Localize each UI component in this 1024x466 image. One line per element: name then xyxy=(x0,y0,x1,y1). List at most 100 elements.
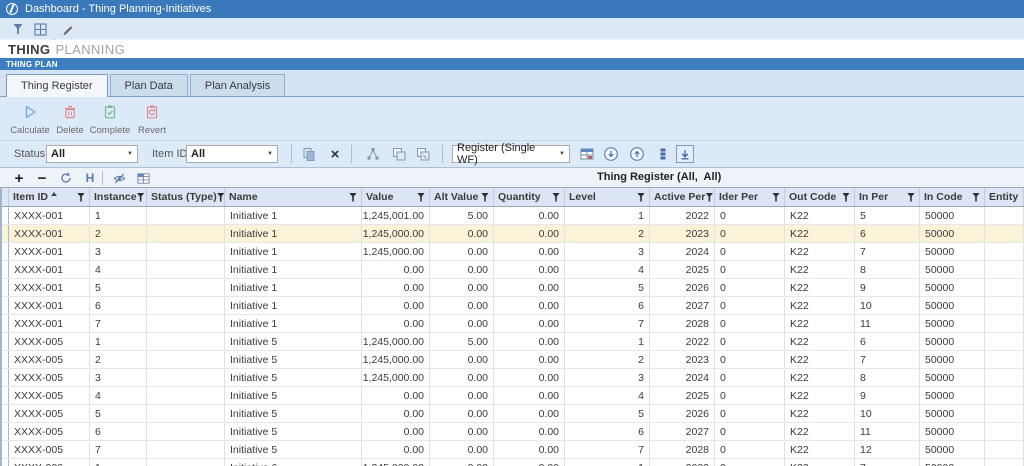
cell[interactable] xyxy=(147,279,225,296)
cell[interactable]: 3 xyxy=(565,243,650,260)
cell[interactable]: 0.00 xyxy=(362,261,430,278)
cell[interactable]: 5.00 xyxy=(430,333,494,350)
edit-pencil-icon[interactable] xyxy=(60,21,76,37)
cell[interactable]: Initiative 5 xyxy=(225,333,362,350)
cell[interactable]: 5.00 xyxy=(430,207,494,224)
cell[interactable]: 0.00 xyxy=(430,387,494,404)
cell[interactable]: 0.00 xyxy=(430,405,494,422)
column-filter-icon[interactable] xyxy=(772,192,780,202)
column-filter-icon[interactable] xyxy=(972,192,980,202)
column-header-level[interactable]: Level xyxy=(565,188,650,206)
cell[interactable]: 50000 xyxy=(920,459,985,466)
cell[interactable]: 9 xyxy=(855,387,920,404)
cell[interactable]: 50000 xyxy=(920,333,985,350)
cell[interactable]: 2023 xyxy=(650,225,715,242)
window-cascade-icon[interactable] xyxy=(390,145,408,163)
cell[interactable]: 50000 xyxy=(920,351,985,368)
cell[interactable]: 0.00 xyxy=(430,423,494,440)
cell[interactable]: 7 xyxy=(855,351,920,368)
cell[interactable]: 5 xyxy=(90,279,147,296)
cell[interactable]: Initiative 5 xyxy=(225,405,362,422)
column-header-active-per[interactable]: Active Per xyxy=(650,188,715,206)
cell[interactable] xyxy=(147,423,225,440)
cell[interactable] xyxy=(985,207,1024,224)
table-row[interactable]: XXXX-005 6 Initiative 5 0.00 0.00 0.00 6 2027 0 K… xyxy=(0,423,1024,441)
cell[interactable]: 10 xyxy=(855,405,920,422)
cell[interactable]: 7 xyxy=(90,441,147,458)
cell[interactable]: 6 xyxy=(855,333,920,350)
cell[interactable]: 0.00 xyxy=(494,405,565,422)
tab-plan-analysis[interactable]: Plan Analysis xyxy=(189,74,286,96)
cell[interactable]: 50000 xyxy=(920,387,985,404)
cell[interactable]: 4 xyxy=(90,387,147,404)
cell[interactable]: 0 xyxy=(715,423,785,440)
cell[interactable]: 7 xyxy=(565,315,650,332)
table-row[interactable]: XXXX-005 4 Initiative 5 0.00 0.00 0.00 4 2025 0 K… xyxy=(0,387,1024,405)
cell[interactable]: 6 xyxy=(90,423,147,440)
cell[interactable]: 0.00 xyxy=(430,279,494,296)
cell[interactable]: 1 xyxy=(565,459,650,466)
cell[interactable]: 11 xyxy=(855,315,920,332)
circle-down-arrow-icon[interactable] xyxy=(602,145,620,163)
cell[interactable]: 2022 xyxy=(650,333,715,350)
cell[interactable]: 50000 xyxy=(920,243,985,260)
stack-icon[interactable] xyxy=(654,145,672,163)
column-filter-icon[interactable] xyxy=(77,192,85,202)
cell[interactable]: 6 xyxy=(855,225,920,242)
column-filter-icon[interactable] xyxy=(136,192,145,202)
cell[interactable]: 0.00 xyxy=(494,369,565,386)
cell[interactable]: 2 xyxy=(90,225,147,242)
cell[interactable]: 1 xyxy=(90,333,147,350)
cell[interactable]: 11 xyxy=(855,423,920,440)
cell[interactable]: K22 xyxy=(785,297,855,314)
cell[interactable]: 1,245,000.00 xyxy=(362,459,430,466)
cell[interactable] xyxy=(985,423,1024,440)
cell[interactable]: 0 xyxy=(715,441,785,458)
cell[interactable]: 0 xyxy=(715,459,785,466)
column-filter-icon[interactable] xyxy=(349,192,357,202)
cell[interactable]: 0 xyxy=(715,207,785,224)
cell[interactable]: 0.00 xyxy=(494,315,565,332)
column-header-alt-value[interactable]: Alt Value xyxy=(430,188,494,206)
cell[interactable]: 2024 xyxy=(650,369,715,386)
cell[interactable]: 50000 xyxy=(920,297,985,314)
refresh-icon[interactable] xyxy=(57,169,75,187)
column-header-in-per[interactable]: In Per xyxy=(855,188,920,206)
cell[interactable]: 50000 xyxy=(920,207,985,224)
cell[interactable]: XXXX-001 xyxy=(9,207,90,224)
cell[interactable]: 0 xyxy=(715,261,785,278)
cell[interactable]: 0.00 xyxy=(494,207,565,224)
cell[interactable]: 7 xyxy=(855,459,920,466)
settings-icon[interactable] xyxy=(32,21,48,37)
cell[interactable]: XXXX-005 xyxy=(9,441,90,458)
cell[interactable]: 2028 xyxy=(650,315,715,332)
cell[interactable]: 2025 xyxy=(650,387,715,404)
cell[interactable]: 0.00 xyxy=(494,387,565,404)
cell[interactable]: 50000 xyxy=(920,423,985,440)
cell[interactable]: 2028 xyxy=(650,441,715,458)
cell[interactable]: 0 xyxy=(715,297,785,314)
cell[interactable]: 5 xyxy=(855,207,920,224)
cell[interactable]: 50000 xyxy=(920,405,985,422)
cell[interactable]: Initiative 1 xyxy=(225,225,362,242)
cell[interactable]: 0.00 xyxy=(494,297,565,314)
cell[interactable]: 1,245,001.00 xyxy=(362,207,430,224)
cell[interactable]: 3 xyxy=(565,369,650,386)
cell[interactable]: XXXX-005 xyxy=(9,333,90,350)
cell[interactable]: 0.00 xyxy=(362,423,430,440)
cell[interactable]: K22 xyxy=(785,405,855,422)
cell[interactable]: XXXX-005 xyxy=(9,369,90,386)
cell[interactable]: 0.00 xyxy=(494,351,565,368)
cell[interactable] xyxy=(985,261,1024,278)
cell[interactable] xyxy=(985,459,1024,466)
cell[interactable]: Initiative 1 xyxy=(225,207,362,224)
cell[interactable]: Initiative 1 xyxy=(225,243,362,260)
column-filter-icon[interactable] xyxy=(481,192,489,202)
table-row[interactable]: XXXX-005 3 Initiative 5 1,245,000.00 0.00 0.0… xyxy=(0,369,1024,387)
table-row[interactable]: XXXX-0061Initiative 61,245,000.000.000.0… xyxy=(0,459,1024,466)
column-header-item-id[interactable]: Item ID xyxy=(9,188,90,206)
cell[interactable]: Initiative 1 xyxy=(225,297,362,314)
cell[interactable] xyxy=(147,297,225,314)
cell[interactable]: 1,245,000.00 xyxy=(362,333,430,350)
cell[interactable]: 2022 xyxy=(650,207,715,224)
